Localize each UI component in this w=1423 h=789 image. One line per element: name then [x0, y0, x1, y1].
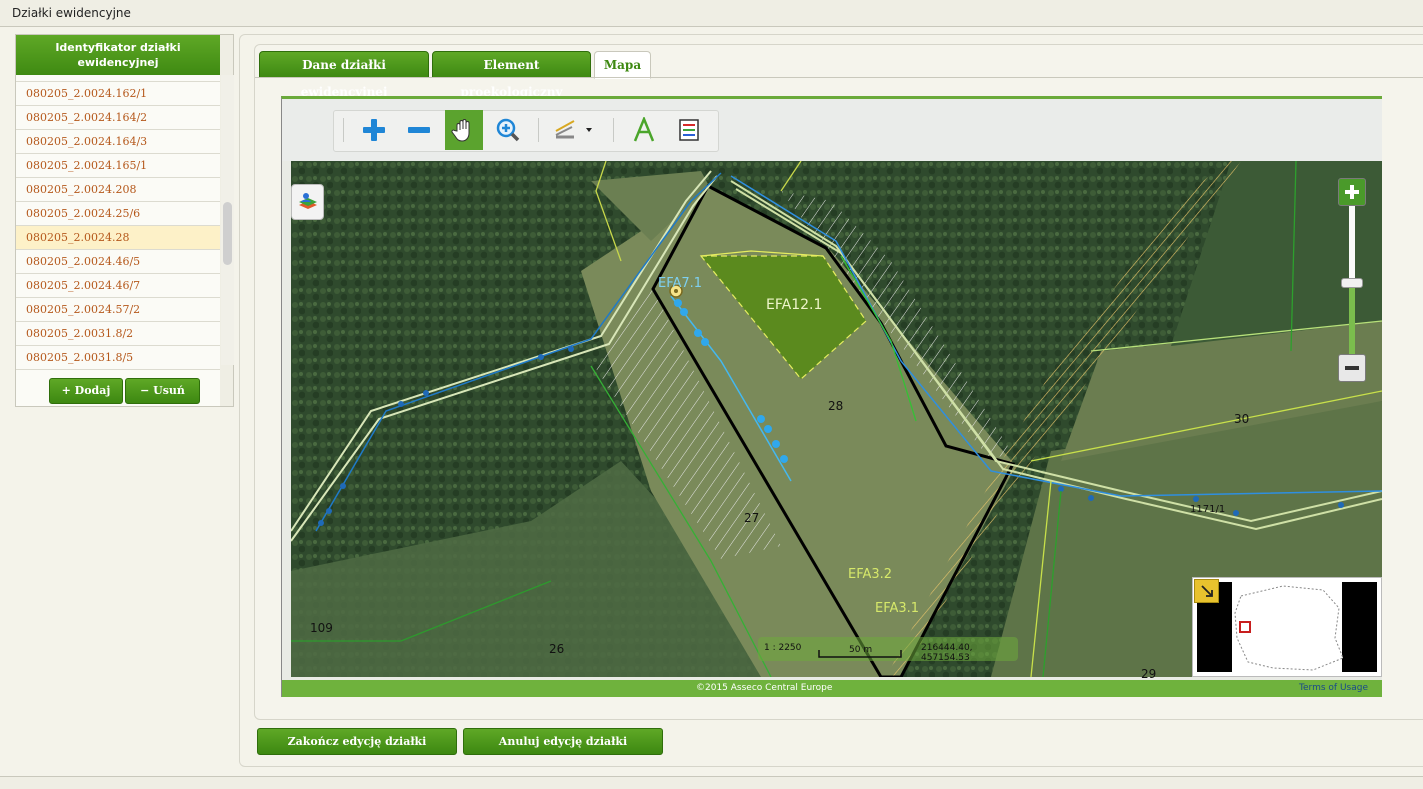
legend-tool-icon[interactable] — [670, 110, 708, 150]
tab-ecological-element[interactable]: Element proekologiczny — [432, 51, 591, 99]
map-parcel-label: 1171/1 — [1190, 504, 1226, 515]
text-label-tool-icon[interactable] — [625, 110, 663, 150]
zoom-box-tool-icon[interactable] — [489, 110, 527, 150]
list-item[interactable]: 080205_2.0024.164/3 — [16, 130, 220, 154]
map-parcel-label: 28 — [828, 399, 844, 413]
list-item[interactable]: 080205_2.0024.25/6 — [16, 202, 220, 226]
list-item[interactable]: 080205_2.0031.8/2 — [16, 322, 220, 346]
list-item-selected[interactable]: 080205_2.0024.28 — [16, 226, 220, 250]
map-parcel-label: 30 — [1234, 412, 1250, 426]
toolbar-separator — [538, 118, 539, 142]
window-titlebar: Działki ewidencyjne — [0, 0, 1423, 27]
finish-edit-button[interactable]: Zakończ edycję działki — [257, 728, 457, 755]
map-parcel-label: 29 — [1141, 667, 1157, 681]
list-item[interactable]: 080205_2.0024.208 — [16, 178, 220, 202]
scale-ratio: 1 : 2250 — [764, 643, 802, 653]
zoom-slider-track-top — [1349, 206, 1355, 282]
toolbar-separator — [343, 118, 344, 142]
overview-map[interactable] — [1192, 577, 1382, 677]
scale-bar: 1 : 2250 50 m 216444.40, 457154.53 — [758, 637, 1018, 663]
cursor-coordinates: 216444.40, 457154.53 — [921, 643, 973, 663]
efa-label: EFA7.1 — [658, 276, 703, 291]
measure-tool-icon[interactable] — [550, 110, 600, 150]
scrollbar-thumb[interactable] — [223, 202, 232, 265]
overview-map-image — [1197, 582, 1377, 672]
efa-label: EFA3.1 — [875, 601, 920, 616]
map-zoom-out-button[interactable] — [1338, 354, 1366, 382]
tab-map[interactable]: Mapa — [594, 51, 651, 79]
parcel-list: 080205_2.0024.162/1 080205_2.0024.164/2 … — [16, 75, 220, 406]
zoom-in-tool-icon[interactable] — [355, 110, 393, 150]
list-item[interactable]: 080205_2.0031.8/5 — [16, 346, 220, 370]
map-zoom-in-button[interactable] — [1338, 178, 1366, 206]
list-item[interactable]: 080205_2.0024.162/1 — [16, 82, 220, 106]
list-item[interactable]: 080205_2.0024.46/7 — [16, 274, 220, 298]
list-item[interactable]: 080205_2.0024.46/5 — [16, 250, 220, 274]
cancel-edit-button[interactable]: Anuluj edycję działki — [463, 728, 663, 755]
map-parcel-label: 26 — [549, 642, 565, 656]
list-item[interactable]: 080205_2.0024.57/2 — [16, 298, 220, 322]
scale-bar-label: 50 m — [849, 645, 873, 655]
add-parcel-button[interactable]: + Dodaj — [49, 378, 123, 404]
zoom-out-tool-icon[interactable] — [400, 110, 438, 150]
window-title: Działki ewidencyjne — [12, 6, 131, 20]
parcel-list-scrollbar[interactable] — [221, 75, 234, 365]
status-bar — [0, 776, 1423, 789]
map-attribution-bar: ©2015 Asseco Central Europe Terms of Usa… — [282, 680, 1382, 697]
remove-parcel-button[interactable]: − Usuń — [125, 378, 200, 404]
tab-parcel-data[interactable]: Dane działki ewidencyjnej — [259, 51, 429, 99]
tab-divider — [255, 77, 1423, 78]
terms-of-usage-link[interactable]: Terms of Usage — [1299, 683, 1368, 693]
list-item[interactable]: 080205_2.0024.164/2 — [16, 106, 220, 130]
toolbar-separator — [613, 118, 614, 142]
list-item[interactable]: 080205_2.0024.165/1 — [16, 154, 220, 178]
overview-toggle-icon[interactable] — [1194, 579, 1219, 603]
parcel-list-header: Identyfikator działki ewidencyjnej — [16, 35, 220, 75]
layer-switcher-icon[interactable] — [291, 184, 324, 220]
map-parcel-label: 27 — [744, 511, 760, 525]
pan-hand-icon[interactable] — [445, 110, 483, 150]
map-copyright: ©2015 Asseco Central Europe — [696, 683, 833, 693]
zoom-slider-handle[interactable] — [1341, 278, 1363, 288]
efa-label: EFA3.2 — [848, 567, 893, 582]
efa-label: EFA12.1 — [766, 297, 823, 313]
parcel-list-panel: Identyfikator działki ewidencyjnej 08020… — [15, 34, 234, 407]
map-parcel-label: 109 — [310, 621, 333, 635]
list-item-partial — [16, 75, 220, 82]
